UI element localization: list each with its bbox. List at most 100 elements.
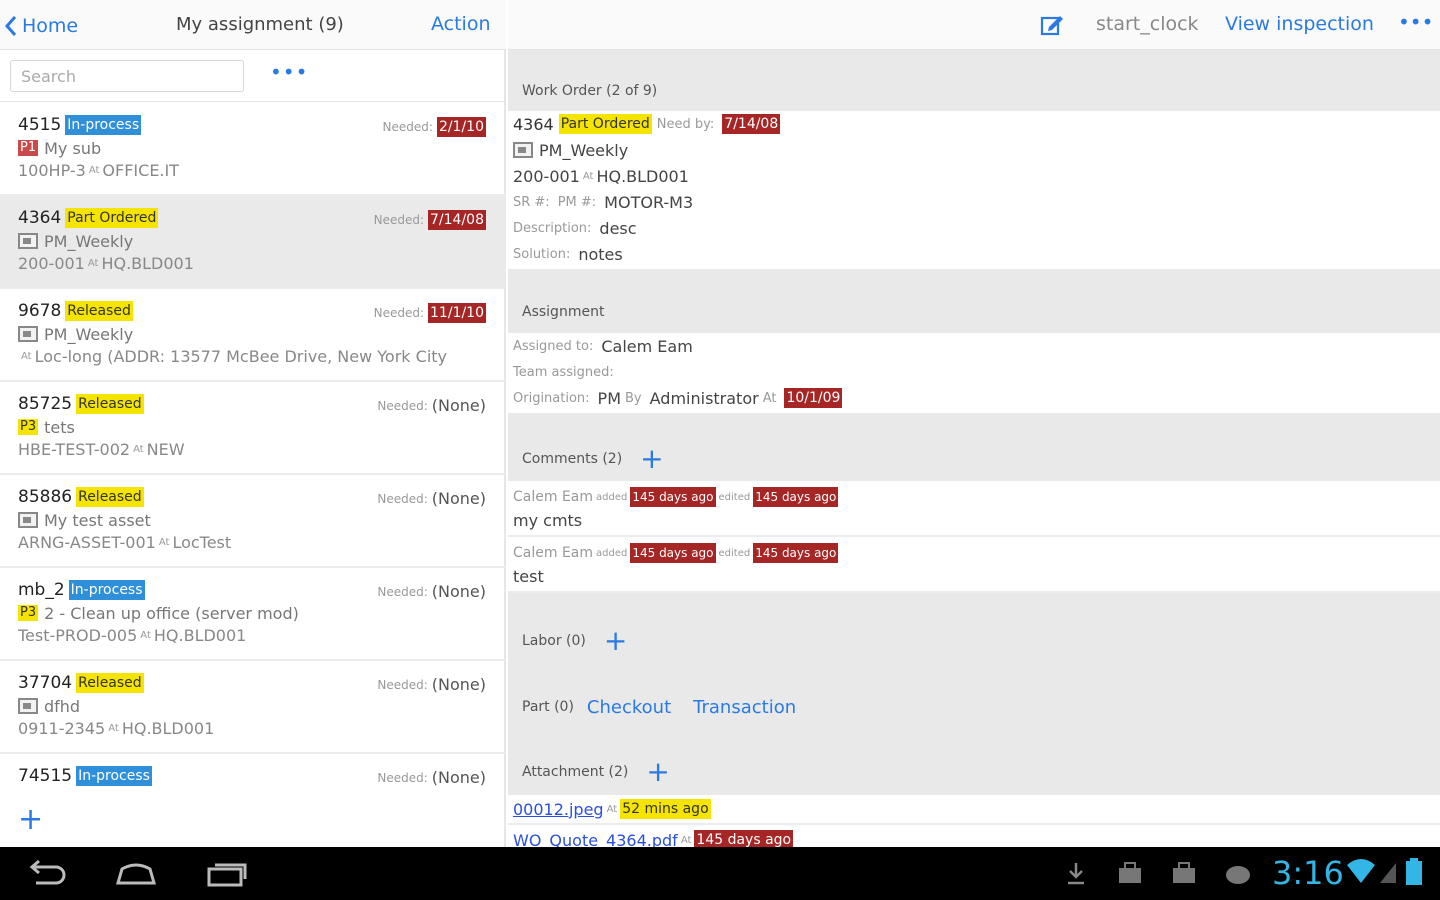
needed-value: 7/14/08: [428, 210, 486, 230]
at-label: At: [582, 170, 594, 182]
solution-label: Solution:: [513, 246, 571, 262]
add-work-order-button[interactable]: +: [18, 805, 43, 835]
assignment-list-pane: Home My assignment (9) Action ••• 4515 I…: [0, 0, 506, 847]
asset-name: tets: [44, 417, 75, 437]
add-labor-button[interactable]: +: [604, 627, 627, 655]
view-inspection-button[interactable]: View inspection: [1225, 13, 1374, 35]
work-order-id: 4515: [18, 115, 62, 135]
needed-value: (None): [431, 396, 486, 415]
status-badge: In-process: [68, 580, 145, 600]
pm-value: MOTOR-M3: [604, 192, 694, 212]
at-label: At: [108, 722, 119, 734]
needed-value: 2/1/10: [436, 117, 486, 137]
needed-value: (None): [431, 675, 486, 694]
pm-icon: [513, 142, 533, 158]
edited-time: 145 days ago: [753, 487, 839, 507]
home-nav-icon[interactable]: [114, 859, 158, 887]
attachment-item: 00012.jpeg At 52 mins ago: [508, 795, 1440, 825]
at-label: At: [21, 350, 32, 362]
pm-icon: [18, 233, 38, 249]
edited-time: 145 days ago: [753, 543, 839, 563]
labor-section-header: Labor (0) +: [508, 627, 1440, 655]
needed-value: (None): [431, 582, 486, 601]
status-badge: Released: [76, 673, 144, 693]
work-order-list-item[interactable]: 85725 Released Needed: (None) P3 tets HBE…: [0, 382, 506, 475]
attachment-section-title: Attachment (2): [522, 764, 629, 780]
origination-value: PM: [597, 388, 621, 408]
comment-author: Calem Eam: [513, 545, 594, 561]
needed-date: Needed: (None): [377, 396, 486, 415]
action-button[interactable]: Action: [431, 13, 491, 35]
needed-date: Needed: (None): [377, 675, 486, 694]
work-order-list-item[interactable]: 9678 Released Needed: 11/1/10 PM_Weekly …: [0, 289, 506, 382]
added-label: added: [596, 547, 628, 559]
priority-badge: P1: [18, 140, 39, 156]
recent-apps-icon[interactable]: [205, 859, 249, 887]
origination-row: Origination: PM By Administrator At 10/1…: [508, 385, 1440, 411]
needed-label: Needed:: [373, 306, 425, 320]
location-name: LocTest: [172, 532, 232, 552]
search-row: [0, 50, 506, 102]
comment-item[interactable]: Calem Eam added 145 days ago edited 145 …: [508, 481, 1440, 537]
list-more-button[interactable]: •••: [270, 60, 308, 84]
solution-value: notes: [578, 244, 623, 264]
location-prefix: 200-001: [18, 253, 85, 273]
briefcase-plus-icon: [1173, 862, 1195, 883]
assigned-row: Assigned to: Calem Eam: [508, 333, 1440, 359]
asset-name: 2 - Clean up office (server mod): [44, 603, 299, 623]
checkout-link[interactable]: Checkout: [587, 697, 671, 718]
overflow-menu-button[interactable]: •••: [1398, 10, 1433, 34]
at-label: At: [133, 443, 144, 455]
origination-label: Origination:: [513, 390, 590, 406]
work-order-section-title: Work Order (2 of 9): [522, 83, 658, 99]
comments-section-header: Comments (2) +: [508, 445, 1440, 473]
add-attachment-button[interactable]: +: [646, 758, 669, 786]
needed-label: Needed:: [382, 120, 433, 134]
back-nav-icon[interactable]: [26, 859, 66, 887]
asset-name: PM_Weekly: [44, 231, 134, 251]
edited-label: edited: [718, 491, 751, 503]
wo-sr-pm-row: SR #: PM #: MOTOR-M3: [508, 189, 1440, 215]
edit-icon[interactable]: [1040, 13, 1064, 41]
location-name: HQ.BLD001: [121, 718, 215, 738]
work-order-id: 9678: [18, 301, 62, 321]
description-label: Description:: [513, 220, 592, 236]
app: Home My assignment (9) Action ••• 4515 I…: [0, 0, 1440, 847]
left-header: Home My assignment (9) Action: [0, 0, 506, 50]
work-order-list-item[interactable]: 4364 Part Ordered Needed: 7/14/08 PM_Wee…: [0, 196, 506, 289]
add-comment-button[interactable]: +: [640, 445, 663, 473]
needed-value: (None): [431, 489, 486, 508]
search-input[interactable]: [10, 60, 244, 92]
location-prefix: HBE-TEST-002: [18, 439, 131, 459]
location-prefix: 100HP-3: [18, 160, 86, 180]
work-order-list-item[interactable]: 74515 In-process Needed: (None): [0, 754, 506, 797]
status-badge: Part Ordered: [65, 208, 159, 228]
work-order-list-item[interactable]: mb_2 In-process Needed: (None) P3 2 - Cle…: [0, 568, 506, 661]
description-value: desc: [599, 218, 637, 238]
home-back-button[interactable]: Home: [4, 12, 78, 40]
needed-value: (None): [431, 768, 486, 787]
wo-id: 4364: [513, 114, 554, 134]
at-label: At: [140, 629, 151, 641]
needed-label: Needed:: [373, 213, 425, 227]
attachment-link[interactable]: 00012.jpeg: [513, 800, 604, 819]
asset-name: My test asset: [44, 510, 151, 530]
origination-at-label: At: [762, 390, 777, 406]
team-label: Team assigned:: [513, 364, 614, 380]
work-order-list-item[interactable]: 37704 Released Needed: (None) dfhd 0911-…: [0, 661, 506, 754]
comment-item[interactable]: Calem Eam added 145 days ago edited 145 …: [508, 537, 1440, 593]
needed-date: Needed: 7/14/08: [374, 210, 486, 230]
priority-badge: P3: [18, 419, 39, 435]
attachment-link[interactable]: WO_Quote_4364.pdf: [513, 831, 678, 848]
work-order-list-item[interactable]: 85886 Released Needed: (None) My test as…: [0, 475, 506, 568]
status-badge: In-process: [76, 766, 152, 786]
work-order-list-item[interactable]: 4515 In-process Needed: 2/1/10 P1 My sub …: [0, 103, 506, 196]
need-by-label: Need by:: [656, 116, 715, 132]
battery-icon: [1406, 858, 1422, 885]
start-clock-button[interactable]: start_clock: [1096, 13, 1199, 35]
transaction-link[interactable]: Transaction: [693, 697, 796, 718]
origination-date: 10/1/09: [784, 388, 843, 408]
assignment-section-title: Assignment: [522, 304, 605, 320]
download-icon: [1068, 863, 1084, 885]
at-label: At: [680, 834, 692, 846]
